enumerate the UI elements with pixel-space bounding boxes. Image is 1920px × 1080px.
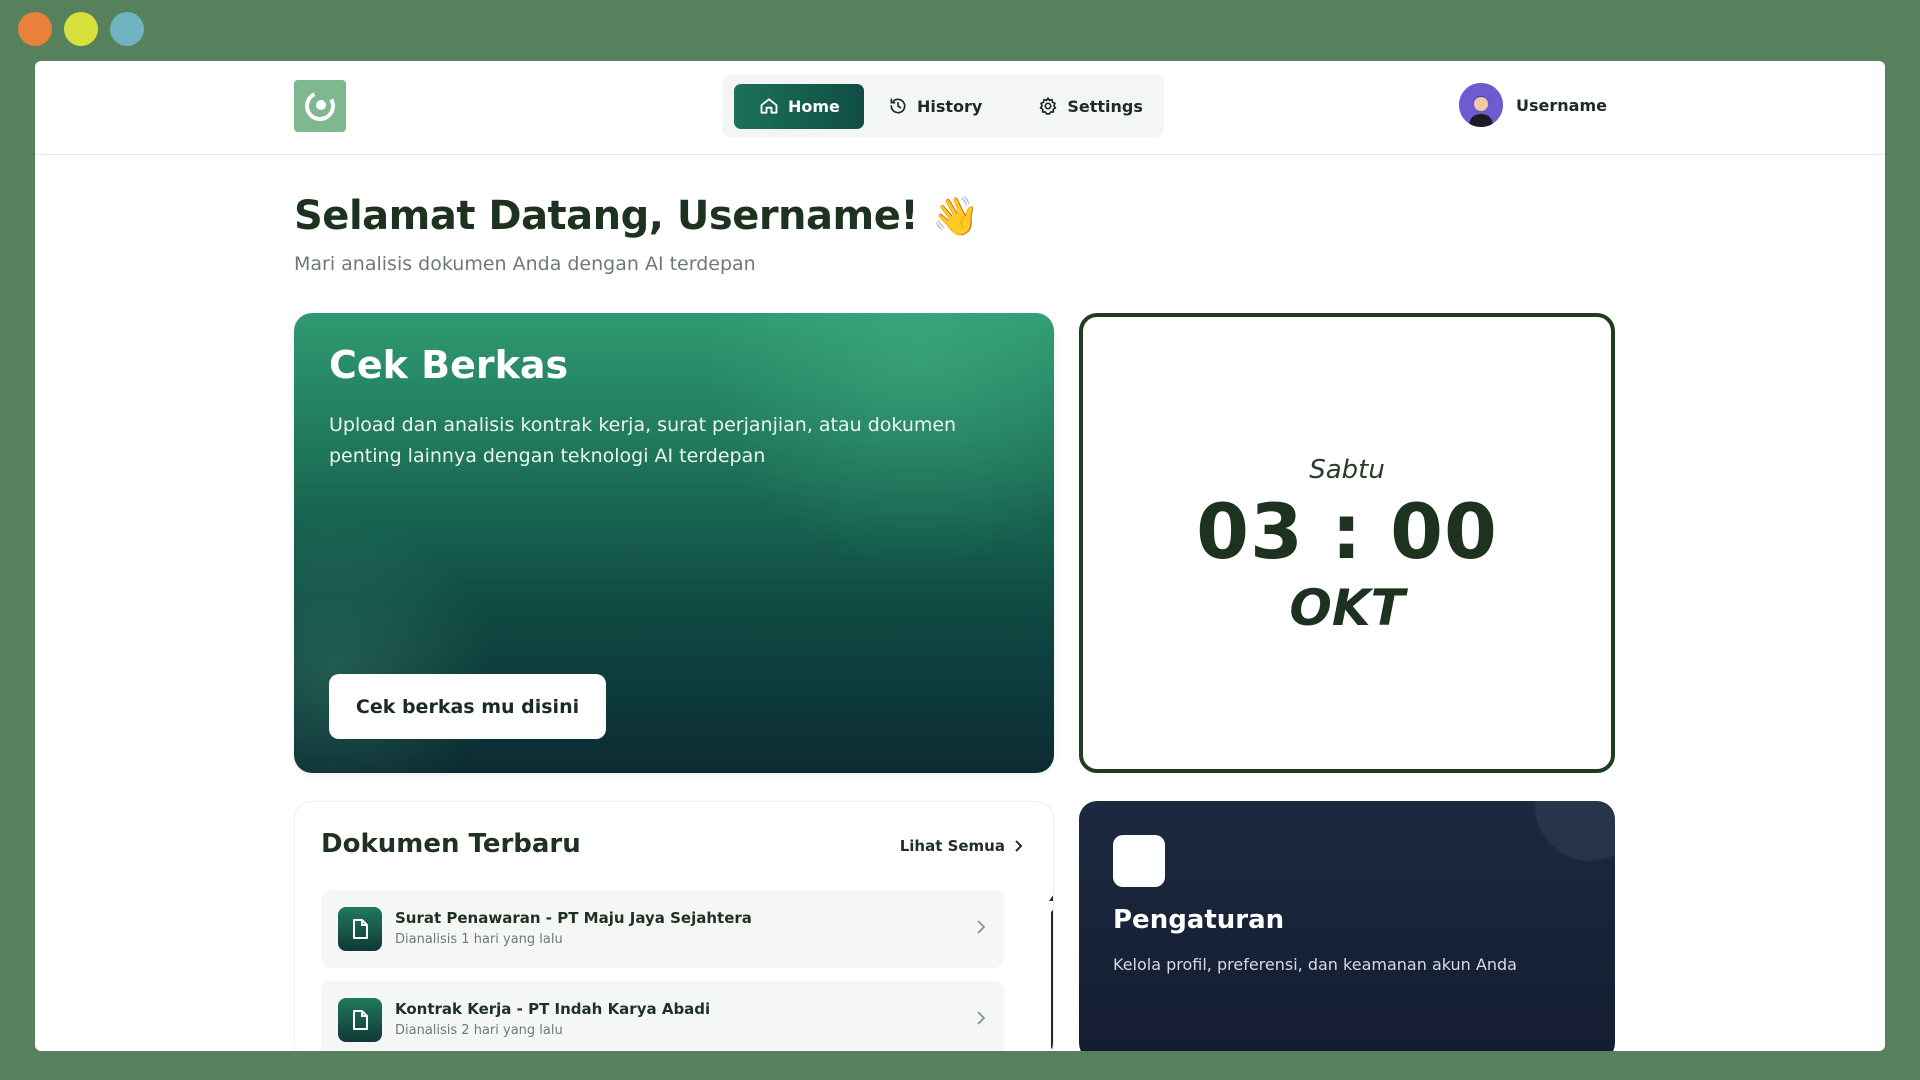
- document-icon: [338, 907, 382, 951]
- settings-card-description: Kelola profil, preferensi, dan keamanan …: [1113, 955, 1517, 974]
- document-title: Kontrak Kerja - PT Indah Karya Abadi: [395, 1000, 711, 1018]
- gear-icon: [1040, 97, 1057, 115]
- nav-settings-tab[interactable]: Settings: [1038, 84, 1163, 129]
- decorative-circle: [1535, 801, 1615, 861]
- chevron-right-icon: [977, 920, 986, 934]
- app-logo[interactable]: [294, 80, 346, 132]
- nav-history-tab[interactable]: History: [888, 84, 1002, 129]
- window-controls: [18, 12, 144, 46]
- scroll-up-arrow[interactable]: [1049, 894, 1053, 901]
- main-nav: Home History Settings: [722, 75, 1164, 137]
- document-subtitle: Dianalisis 2 hari yang lalu: [395, 1023, 563, 1038]
- user-menu[interactable]: Username: [1459, 83, 1607, 127]
- app-window: Home History Settings Username Selamat D…: [35, 61, 1885, 1051]
- clock-month: OKT: [1289, 579, 1405, 637]
- avatar: [1459, 83, 1503, 127]
- cek-berkas-description: Upload dan analisis kontrak kerja, surat…: [329, 414, 957, 467]
- window-maximize-button[interactable]: [110, 12, 144, 46]
- clock-time: 03 : 00: [1196, 487, 1498, 576]
- document-list-scrollbar[interactable]: [1049, 894, 1053, 1051]
- clock-day: Sabtu: [1309, 455, 1385, 485]
- settings-card[interactable]: Pengaturan Kelola profil, preferensi, da…: [1079, 801, 1615, 1051]
- document-subtitle: Dianalisis 1 hari yang lalu: [395, 932, 563, 947]
- logo-icon: [305, 91, 335, 121]
- welcome-subtitle: Mari analisis dokumen Anda dengan AI ter…: [294, 253, 756, 275]
- document-icon: [338, 998, 382, 1042]
- see-all-label: Lihat Semua: [899, 837, 1005, 855]
- wave-icon: 👋: [932, 193, 979, 238]
- cek-berkas-card: Cek Berkas Upload dan analisis kontrak k…: [294, 313, 1054, 773]
- nav-home-tab[interactable]: Home: [734, 83, 864, 129]
- recent-documents-title: Dokumen Terbaru: [321, 829, 581, 859]
- history-icon: [890, 98, 906, 114]
- chevron-right-icon: [977, 1011, 986, 1025]
- cek-berkas-button[interactable]: Cek berkas mu disini: [329, 674, 606, 739]
- window-minimize-button[interactable]: [64, 12, 98, 46]
- settings-card-icon: [1113, 835, 1165, 887]
- cek-berkas-title: Cek Berkas: [329, 343, 569, 387]
- chevron-right-icon: [1015, 840, 1023, 852]
- username-label: Username: [1516, 95, 1607, 115]
- user-avatar-icon: [1459, 83, 1503, 127]
- settings-card-title: Pengaturan: [1113, 905, 1285, 935]
- top-navbar: Home History Settings Username: [35, 61, 1885, 155]
- document-list-item[interactable]: Kontrak Kerja - PT Indah Karya Abadi Dia…: [321, 981, 1004, 1051]
- window-close-button[interactable]: [18, 12, 52, 46]
- document-list-item[interactable]: Surat Penawaran - PT Maju Jaya Sejahtera…: [321, 890, 1004, 968]
- page-title: Selamat Datang, Username! 👋: [294, 193, 979, 239]
- nav-history-label: History: [917, 96, 983, 116]
- see-all-link[interactable]: Lihat Semua: [900, 837, 1023, 855]
- nav-home-label: Home: [788, 96, 840, 116]
- recent-documents-card: Dokumen Terbaru Lihat Semua Surat Penawa…: [294, 801, 1054, 1051]
- nav-settings-label: Settings: [1067, 96, 1143, 116]
- welcome-title: Selamat Datang, Username!: [294, 193, 919, 239]
- welcome-section: Selamat Datang, Username! 👋 Mari analisi…: [294, 193, 979, 275]
- scrollbar-thumb[interactable]: [1051, 910, 1053, 1050]
- home-icon: [760, 98, 778, 114]
- document-title: Surat Penawaran - PT Maju Jaya Sejahtera: [395, 909, 752, 927]
- clock-card: Sabtu 03 : 00 OKT: [1079, 313, 1615, 773]
